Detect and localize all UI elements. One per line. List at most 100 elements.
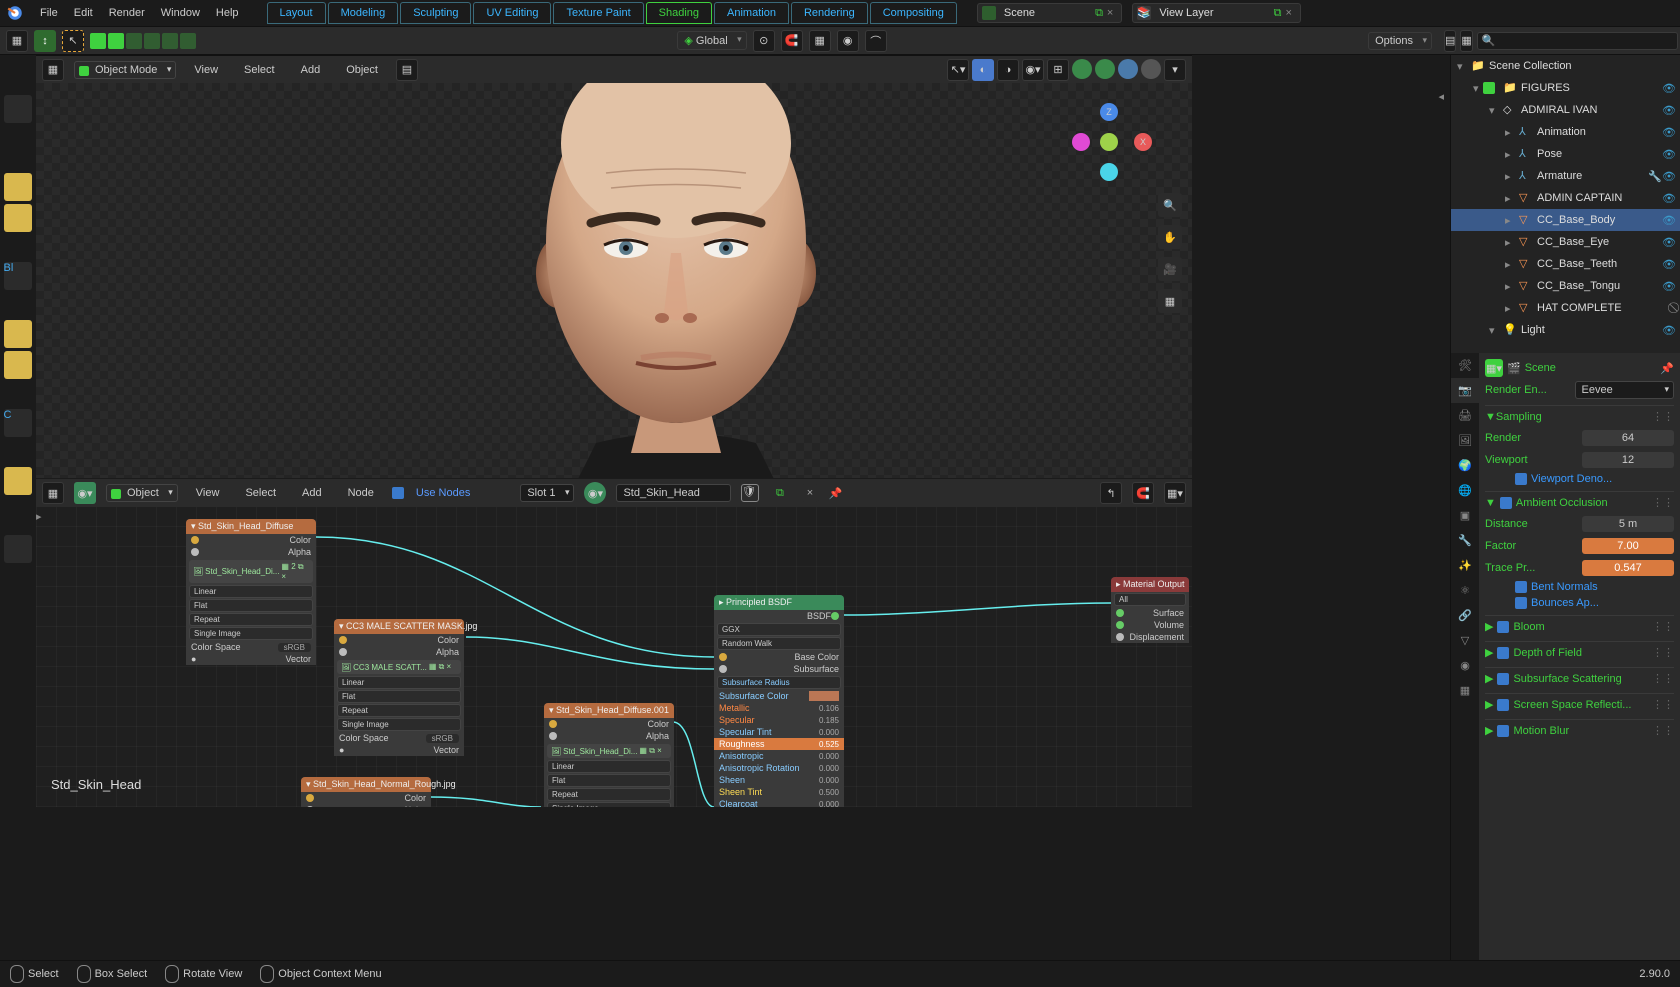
node-image-texture-3[interactable]: ▾ Std_Skin_Head_Diffuse.001 Color Alpha … <box>544 703 674 807</box>
viewport-menu-view[interactable]: View <box>186 60 226 80</box>
interpolation-field[interactable]: Linear <box>189 585 313 598</box>
proportional-edit-icon[interactable]: ◉ <box>837 30 859 52</box>
expand-icon[interactable]: ▸ <box>1505 236 1515 249</box>
node-header[interactable]: ▾ Std_Skin_Head_Diffuse <box>186 519 316 534</box>
tool-i[interactable] <box>4 535 32 563</box>
tool-c[interactable] <box>4 204 32 232</box>
gizmo-y-icon[interactable] <box>1100 133 1118 151</box>
panel-depth-of-field[interactable]: ▶Depth of Field⋮⋮ <box>1485 641 1674 663</box>
outliner-item[interactable]: ▸▽CC_Base_Teeth👁 <box>1451 253 1680 275</box>
options-dropdown[interactable]: Options <box>1368 32 1432 50</box>
expand-icon[interactable]: ▸ <box>1505 280 1515 293</box>
expand-icon[interactable]: ▾ <box>1473 82 1483 95</box>
viewport-sidebar-toggle-icon[interactable]: ◂ <box>1438 90 1444 103</box>
node-sidebar-toggle-icon[interactable]: ▸ <box>36 510 42 523</box>
outliner-item-label[interactable]: CC_Base_Tongu <box>1537 280 1662 292</box>
shader-type-icon[interactable]: ◉▾ <box>74 482 96 504</box>
outliner-item-label[interactable]: CC_Base_Eye <box>1537 236 1662 248</box>
prop-tab-material[interactable]: ◉ <box>1451 653 1479 678</box>
visibility-icon[interactable]: 👁 <box>1662 258 1676 271</box>
expand-icon[interactable]: ▸ <box>1505 258 1515 271</box>
viewport-menu-add[interactable]: Add <box>293 60 329 80</box>
outliner-item-label[interactable]: Light <box>1521 324 1662 336</box>
tool-b[interactable] <box>4 173 32 201</box>
outliner-item[interactable]: ▾💡Light👁 <box>1451 319 1680 341</box>
shading-material-icon[interactable] <box>1118 59 1138 79</box>
viewport-denoise-checkbox[interactable] <box>1515 473 1527 485</box>
material-name-field[interactable]: Std_Skin_Head <box>616 484 730 502</box>
use-nodes-checkbox[interactable] <box>392 487 404 499</box>
prop-tab-texture[interactable]: ▦ <box>1451 678 1479 703</box>
prop-tab-particle[interactable]: ✨ <box>1451 553 1479 578</box>
ao-trace-field[interactable]: 0.547 <box>1582 560 1674 576</box>
expand-icon[interactable]: ▾ <box>1489 104 1499 117</box>
tab-sculpting[interactable]: Sculpting <box>400 2 471 24</box>
viewport-gizmo-toggle-icon[interactable]: ↖▾ <box>947 59 969 81</box>
transform-orientation-dropdown[interactable]: ◈ Global <box>677 31 746 50</box>
prop-tab-physics[interactable]: ⚛ <box>1451 578 1479 603</box>
image-datablock[interactable]: 🖼 CC3 MALE SCATT... ▦ ⧉ × <box>337 660 461 674</box>
viewport-overlay-dd-icon[interactable]: ◉▾ <box>1022 59 1044 81</box>
outliner-item[interactable]: ▸▽ADMIN CAPTAIN👁 <box>1451 187 1680 209</box>
viewlayer-delete-icon[interactable]: × <box>1285 7 1291 19</box>
panel-enable-checkbox[interactable] <box>1497 673 1509 685</box>
outliner-item-label[interactable]: HAT COMPLETE <box>1537 302 1676 314</box>
outliner-item-label[interactable]: Animation <box>1537 126 1662 138</box>
render-engine-dropdown[interactable]: Eevee <box>1575 381 1675 399</box>
viewlayer-new-icon[interactable]: ⧉ <box>1274 7 1282 20</box>
tab-texturepaint[interactable]: Texture Paint <box>553 2 643 24</box>
expand-icon[interactable]: ▸ <box>1505 170 1515 183</box>
material-unlink-icon[interactable]: × <box>801 484 819 502</box>
outliner-display-mode-icon[interactable]: ▦ <box>1460 30 1472 52</box>
3d-viewport[interactable]: Z X 🔍 ✋ 🎥 ▦ <box>36 83 1192 478</box>
node-editor-canvas[interactable]: ▾ Std_Skin_Head_Diffuse Color Alpha 🖼 St… <box>36 507 1192 807</box>
shading-options-icon[interactable]: ▾ <box>1164 59 1186 81</box>
visibility-icon[interactable]: 👁 <box>1662 324 1676 337</box>
expand-icon[interactable]: ▸ <box>1505 126 1515 139</box>
gizmo-yn-icon[interactable] <box>1072 133 1090 151</box>
tool-f[interactable] <box>4 351 32 379</box>
panel-subsurface-scattering[interactable]: ▶Subsurface Scattering⋮⋮ <box>1485 667 1674 689</box>
outliner-item[interactable]: ▸⅄Animation👁 <box>1451 121 1680 143</box>
tab-uvediting[interactable]: UV Editing <box>473 2 551 24</box>
node-menu-node[interactable]: Node <box>340 483 382 503</box>
node-image-texture-1[interactable]: ▾ Std_Skin_Head_Diffuse Color Alpha 🖼 St… <box>186 519 316 665</box>
panel-bloom[interactable]: ▶Bloom⋮⋮ <box>1485 615 1674 637</box>
outliner-editor-type-icon[interactable]: ▤ <box>1444 30 1456 52</box>
prop-tab-world[interactable]: 🌐 <box>1451 478 1479 503</box>
visibility-icon[interactable]: 👁 <box>1662 236 1676 249</box>
node-header[interactable]: ▸ Principled BSDF <box>714 595 844 610</box>
menu-file[interactable]: File <box>32 3 66 23</box>
outliner-item-label[interactable]: ADMIRAL IVAN <box>1521 104 1662 116</box>
node-header[interactable]: ▸ Material Output <box>1111 577 1189 592</box>
fake-user-icon[interactable]: 🛡 <box>741 484 759 502</box>
ao-distance-field[interactable]: 5 m <box>1582 516 1674 532</box>
prop-tab-scene[interactable]: 🌍 <box>1451 453 1479 478</box>
panel-ao[interactable]: ▼Ambient Occlusion⋮⋮ <box>1485 491 1674 513</box>
menu-render[interactable]: Render <box>101 3 153 23</box>
node-snap-target-icon[interactable]: ▦▾ <box>1164 482 1186 504</box>
pin-icon[interactable]: 📌 <box>829 487 843 500</box>
node-image-texture-4[interactable]: ▾ Std_Skin_Head_Normal_Rough.jpg Color A… <box>301 777 431 807</box>
camera-view-icon[interactable]: 🎥 <box>1158 257 1182 281</box>
node-header[interactable]: ▾ Std_Skin_Head_Normal_Rough.jpg <box>301 777 431 792</box>
node-image-texture-2[interactable]: ▾ CC3 MALE SCATTER MASK.jpg Color Alpha … <box>334 619 464 756</box>
panel-screen-space-reflecti-[interactable]: ▶Screen Space Reflecti...⋮⋮ <box>1485 693 1674 715</box>
visibility-icon[interactable]: 👁 <box>1662 104 1676 117</box>
tab-layout[interactable]: Layout <box>267 2 326 24</box>
node-editor-type-icon[interactable]: ▦ <box>42 482 64 504</box>
visibility-icon[interactable]: 👁 <box>1662 280 1676 293</box>
tool-a[interactable] <box>4 95 32 123</box>
pivot-icon[interactable]: ⊙ <box>753 30 775 52</box>
tab-rendering[interactable]: Rendering <box>791 2 868 24</box>
outliner-item-label[interactable]: CC_Base_Teeth <box>1537 258 1662 270</box>
prop-tab-render[interactable]: 📷 <box>1451 378 1479 403</box>
pan-icon[interactable]: ✋ <box>1158 225 1182 249</box>
prop-tab-active-tool[interactable]: 🛠 <box>1451 353 1479 378</box>
prop-tab-mesh[interactable]: ▽ <box>1451 628 1479 653</box>
visibility-icon[interactable]: 👁 <box>1662 148 1676 161</box>
viewlayer-name-field[interactable]: View Layer <box>1155 7 1273 19</box>
nav-gizmo[interactable]: Z X <box>1072 103 1152 183</box>
viewport-menu-select[interactable]: Select <box>236 60 283 80</box>
expand-icon[interactable]: ▾ <box>1457 60 1467 73</box>
